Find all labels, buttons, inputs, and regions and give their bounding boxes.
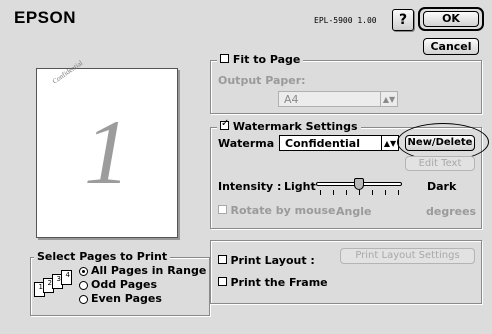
slider-tick (346, 190, 347, 195)
intensity-slider[interactable] (316, 178, 402, 198)
intensity-label: Intensity : (218, 180, 282, 193)
radio-button[interactable] (79, 266, 88, 276)
page-preview: Confidential 1 (36, 59, 178, 238)
radio-label: Even Pages (91, 292, 162, 305)
watermark-name-label: Waterma (218, 137, 275, 150)
intensity-dark-label: Dark (427, 180, 457, 193)
output-paper-label: Output Paper: (218, 74, 306, 87)
print-layout-option[interactable]: Print Layout : (218, 254, 315, 267)
watermark-title[interactable]: Watermark Settings (217, 118, 361, 133)
edit-text-button: Edit Text (405, 156, 475, 171)
print-layout-checkbox[interactable] (218, 255, 227, 264)
output-paper-select: A4 ▲▼ (278, 91, 398, 107)
brand-logo: EPSON (14, 8, 77, 27)
watermark-checkbox[interactable] (220, 118, 229, 130)
select-arrows-icon: ▲▼ (380, 92, 397, 106)
ok-button[interactable]: OK (423, 11, 479, 27)
print-frame-label: Print the Frame (230, 276, 328, 289)
preview-watermark: Confidential (51, 58, 85, 86)
radio-label: Odd Pages (91, 278, 157, 291)
print-frame-option[interactable]: Print the Frame (218, 276, 328, 289)
pages-radio-option[interactable]: All Pages in Range (79, 264, 206, 278)
fit-to-page-title[interactable]: Fit to Page (217, 53, 304, 66)
rotate-checkbox (218, 205, 227, 214)
angle-label: Angle (336, 205, 372, 218)
intensity-light-label: Light (284, 180, 316, 193)
print-layout-label: Print Layout : (230, 254, 315, 267)
page-order-icon: 1234 (34, 270, 74, 302)
fit-to-page-label: Fit to Page (232, 53, 301, 66)
pages-radio-option[interactable]: Even Pages (79, 292, 206, 306)
watermark-select[interactable]: Confidential ▲▼ (279, 135, 399, 151)
watermark-label: Watermark Settings (232, 120, 358, 133)
slider-tick (385, 190, 386, 195)
radio-label: All Pages in Range (91, 264, 207, 277)
slider-tick (320, 190, 321, 195)
radio-button[interactable] (79, 294, 88, 304)
cancel-button[interactable]: Cancel (423, 38, 479, 55)
degrees-label: degrees (426, 205, 477, 218)
select-pages-title: Select Pages to Print (34, 250, 171, 263)
rotate-label: Rotate by mouse (230, 204, 336, 217)
slider-tick (398, 190, 399, 195)
preview-page-number: 1 (84, 101, 130, 203)
slider-thumb[interactable] (354, 178, 364, 190)
fit-to-page-checkbox[interactable] (220, 54, 229, 63)
output-paper-value: A4 (284, 93, 299, 106)
help-button[interactable]: ? (392, 9, 414, 31)
pages-radio-group: All Pages in Range Odd Pages Even Pages (79, 264, 206, 306)
watermark-selected: Confidential (285, 137, 361, 150)
pages-radio-option[interactable]: Odd Pages (79, 278, 206, 292)
printer-model: EPL-5900 1.00 (314, 16, 377, 25)
slider-tick (333, 190, 334, 195)
slider-tick (372, 190, 373, 195)
print-layout-settings-button: Print Layout Settings (340, 248, 475, 264)
rotate-by-mouse-option: Rotate by mouse (218, 204, 336, 217)
slider-tick (359, 190, 360, 195)
page-icon: 4 (61, 270, 72, 285)
select-arrows-icon: ▲▼ (381, 136, 398, 150)
print-frame-checkbox[interactable] (218, 277, 227, 286)
radio-button[interactable] (79, 280, 88, 290)
